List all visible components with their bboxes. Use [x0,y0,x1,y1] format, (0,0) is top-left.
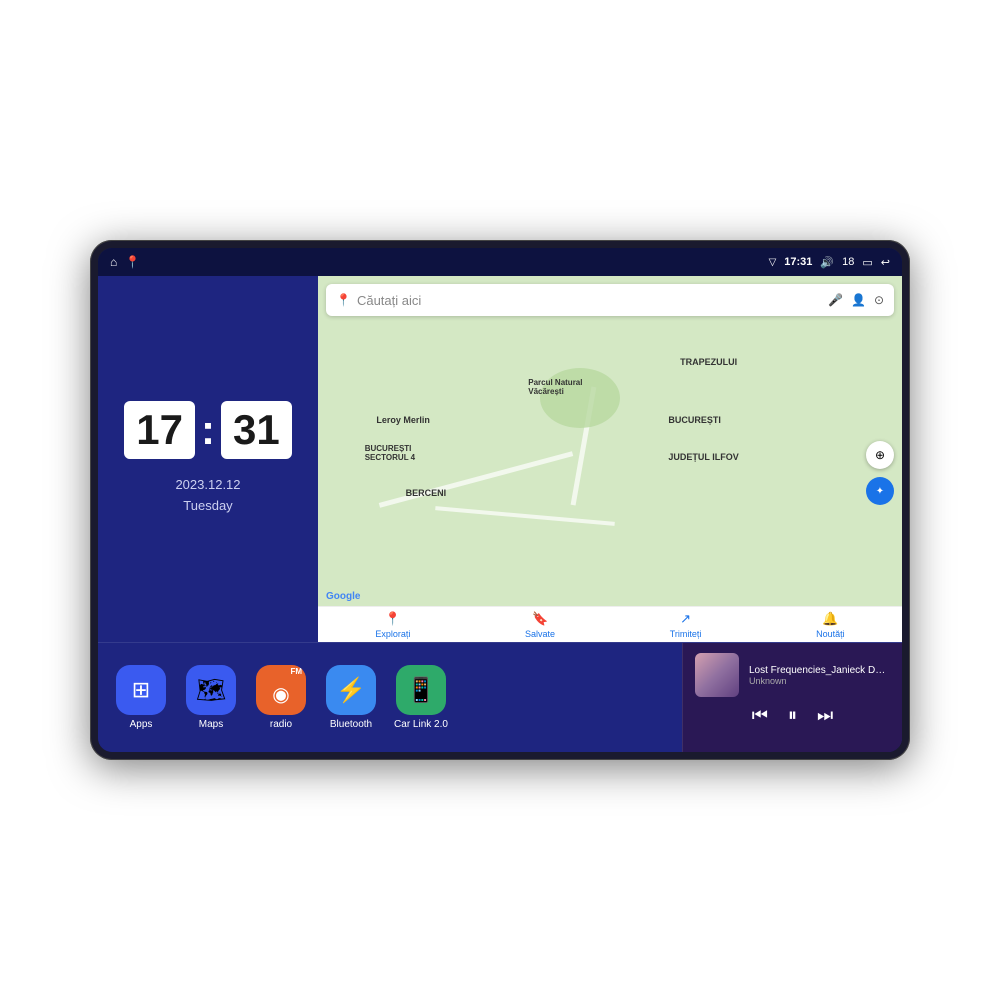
map-bottom-nav: 📍 Explorați 🔖 Salvate ↗ Trimiteți 🔔 [318,606,902,642]
apps-label: Apps [130,719,153,730]
volume-icon: 🔊 [820,256,834,269]
back-icon[interactable]: ↩ [881,256,890,269]
status-bar: ⌂ 📍 ▽ 17:31 🔊 18 ▭ ↩ [98,248,902,276]
map-city-label: BUCUREȘTI [668,415,721,425]
map-panel[interactable]: BUCUREȘTI TRAPEZULUI JUDEȚUL ILFOV BERCE… [318,276,902,642]
mic-icon[interactable]: 🎤 [828,293,843,307]
apps-icon: ⊞ [116,665,166,715]
music-artist: Unknown [749,676,890,686]
layers-icon[interactable]: ⊙ [874,293,884,307]
google-logo: Google [326,591,360,602]
news-label: Noutăți [816,629,845,639]
app-item-carlink[interactable]: 📱 Car Link 2.0 [390,665,452,730]
maps-label: Maps [199,719,223,730]
status-right: ▽ 17:31 🔊 18 ▭ ↩ [769,256,890,269]
explore-icon: 📍 [385,611,401,627]
next-button[interactable]: ⏭ [817,705,833,726]
music-info-area: Lost Frequencies_Janieck Devy-... Unknow… [695,653,890,697]
signal-icon: ▽ [769,257,777,268]
bottom-section: ⊞ Apps 🗺 Maps FM ◉ [98,642,902,752]
car-head-unit: ⌂ 📍 ▽ 17:31 🔊 18 ▭ ↩ 17 : [90,240,910,760]
app-item-bluetooth[interactable]: ⚡ Bluetooth [320,665,382,730]
clock-display: 17 : 31 [124,401,291,459]
clock-hour: 17 [124,401,195,459]
app-shortcuts: ⊞ Apps 🗺 Maps FM ◉ [98,643,682,752]
battery-icon: ▭ [862,256,872,269]
avatar-icon[interactable]: 👤 [851,293,866,307]
music-meta: Lost Frequencies_Janieck Devy-... Unknow… [749,665,890,686]
bluetooth-icon-bg: ⚡ [326,665,376,715]
map-nav-share[interactable]: ↗ Trimiteți [670,611,702,639]
app-item-maps[interactable]: 🗺 Maps [180,665,242,730]
top-section: 17 : 31 2023.12.12 Tuesday [98,276,902,642]
share-icon: ↗ [680,611,691,627]
prev-button[interactable]: ⏮ [752,705,768,726]
explore-label: Explorați [375,629,410,639]
screen: ⌂ 📍 ▽ 17:31 🔊 18 ▭ ↩ 17 : [98,248,902,752]
music-controls: ⏮ ⏸ ⏭ [695,705,890,726]
carlink-label: Car Link 2.0 [394,719,448,730]
app-item-apps[interactable]: ⊞ Apps [110,665,172,730]
map-search-placeholder: Căutați aici [357,293,421,308]
play-pause-button[interactable]: ⏸ [788,705,797,726]
status-left: ⌂ 📍 [110,255,140,269]
map-search-bar[interactable]: 📍 Căutați aici 🎤 👤 ⊙ [326,284,894,316]
music-title: Lost Frequencies_Janieck Devy-... [749,665,890,676]
map-sector-label: BUCUREȘTISECTORUL 4 [365,444,415,462]
map-nav-news[interactable]: 🔔 Noutăți [816,611,845,639]
map-pin-icon[interactable]: 📍 [125,255,140,269]
map-road [435,506,615,526]
bluetooth-label: Bluetooth [330,719,372,730]
clock-panel: 17 : 31 2023.12.12 Tuesday [98,276,318,642]
map-park-label: Parcul NaturalVăcărești [528,378,582,396]
main-content: 17 : 31 2023.12.12 Tuesday [98,276,902,752]
share-label: Trimiteți [670,629,702,639]
home-icon[interactable]: ⌂ [110,255,117,269]
radio-label: radio [270,719,292,730]
map-pin-search-icon: 📍 [336,293,351,307]
map-background: BUCUREȘTI TRAPEZULUI JUDEȚUL ILFOV BERCE… [318,276,902,642]
map-nav-button[interactable]: ✦ [866,477,894,505]
maps-icon-bg: 🗺 [186,665,236,715]
news-icon: 🔔 [822,611,838,627]
radio-icon-bg: FM ◉ [256,665,306,715]
saved-icon: 🔖 [532,611,548,627]
map-nav-saved[interactable]: 🔖 Salvate [525,611,555,639]
volume-level: 18 [842,256,854,268]
app-item-radio[interactable]: FM ◉ radio [250,665,312,730]
map-search-actions: 🎤 👤 ⊙ [828,293,884,307]
clock-date: 2023.12.12 Tuesday [175,475,240,517]
carlink-icon-bg: 📱 [396,665,446,715]
map-park [540,368,620,428]
map-county-label: JUDEȚUL ILFOV [668,452,738,462]
map-zoom-button[interactable]: ⊕ [866,441,894,469]
saved-label: Salvate [525,629,555,639]
music-thumbnail [695,653,739,697]
time-display: 17:31 [784,256,812,268]
clock-minute: 31 [221,401,292,459]
map-store-label: Leroy Merlin [376,415,430,425]
music-player: Lost Frequencies_Janieck Devy-... Unknow… [682,643,902,752]
clock-colon: : [201,406,215,454]
map-district-label: BERCENI [406,488,447,498]
map-nav-explore[interactable]: 📍 Explorați [375,611,410,639]
map-area-label: TRAPEZULUI [680,357,737,367]
